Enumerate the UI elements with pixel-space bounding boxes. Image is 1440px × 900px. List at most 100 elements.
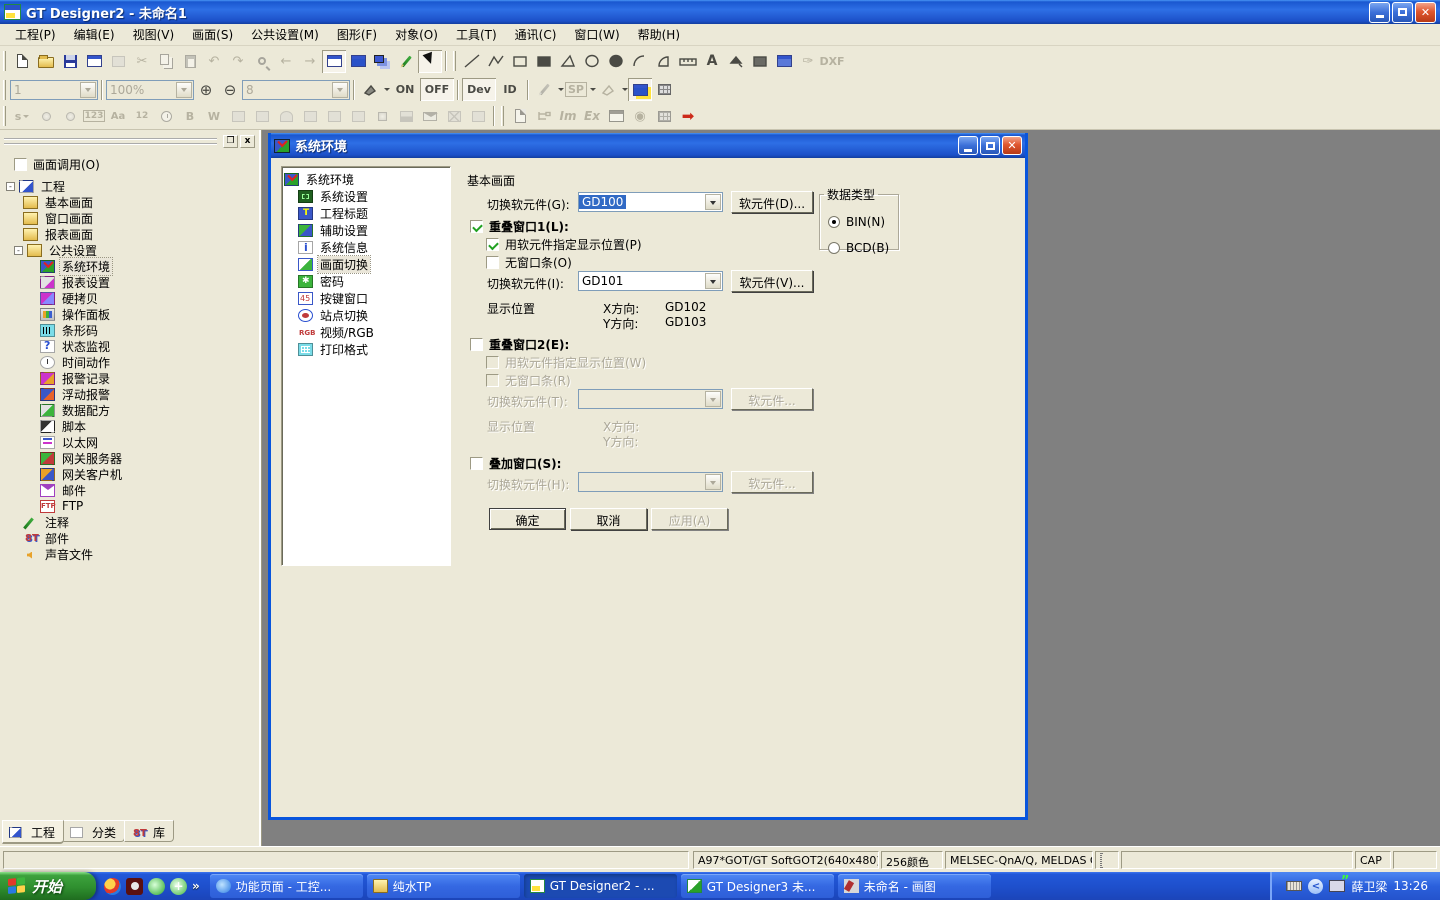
dialog-tree-project-title[interactable]: 工程标题	[284, 205, 448, 222]
select-cursor-icon[interactable]	[418, 50, 442, 73]
menu-view[interactable]: 视图(V)	[124, 23, 184, 46]
dialog-tree-key-window[interactable]: 按键窗口	[284, 290, 448, 307]
tree-item-ftp[interactable]: FTP	[6, 498, 253, 514]
menu-tools[interactable]: 工具(T)	[447, 23, 506, 46]
scale-tool-icon[interactable]	[676, 50, 700, 73]
arc-tool-icon[interactable]	[628, 50, 652, 73]
base-switch-device-combo[interactable]: GD100	[578, 192, 723, 212]
window-preview-icon[interactable]	[628, 78, 652, 101]
win1-position-row[interactable]: 用软元件指定显示位置(P)	[486, 236, 642, 253]
lamp-on-button[interactable]: ON	[390, 78, 420, 101]
bcd-radio[interactable]	[828, 242, 840, 254]
task-button-paint[interactable]: 未命名 - 画图	[838, 874, 991, 898]
ok-button[interactable]: 确定	[489, 508, 566, 530]
win1-switch-device-combo[interactable]: GD101	[578, 271, 723, 291]
zoom-out-icon[interactable]: ⊖	[218, 78, 242, 101]
panel-float-button[interactable]: ❐	[223, 135, 238, 148]
menu-communication[interactable]: 通讯(C)	[506, 23, 566, 46]
dialog-tree-auxiliary-settings[interactable]: 辅助设置	[284, 222, 448, 239]
circle-tool-icon[interactable]	[580, 50, 604, 73]
screen-image-icon[interactable]	[82, 50, 106, 73]
tree-item-comment[interactable]: 注释	[6, 514, 253, 530]
tab-project[interactable]: 工程	[2, 820, 64, 844]
tree-item-script[interactable]: 脚本	[6, 418, 253, 434]
dialog-tree-station-switching[interactable]: 站点切换	[284, 307, 448, 324]
panel-gripper[interactable]: ❐ x	[4, 134, 255, 148]
dialog-tree-video-rgb[interactable]: 视频/RGB	[284, 324, 448, 341]
ime-keyboard-icon[interactable]	[1286, 881, 1302, 891]
panel-close-button[interactable]: x	[240, 135, 255, 148]
win1-nobar-row[interactable]: 无窗口条(O)	[486, 254, 572, 271]
screen-fit-icon[interactable]	[772, 50, 796, 73]
zoom-in-icon[interactable]: ⊕	[194, 78, 218, 101]
property-sheet-icon[interactable]	[652, 78, 676, 101]
network-status-icon[interactable]	[1329, 880, 1345, 892]
win1-nobar-checkbox[interactable]	[486, 256, 499, 269]
tree-item-operation-panel[interactable]: 操作面板	[6, 306, 253, 322]
menu-edit[interactable]: 编辑(E)	[65, 23, 124, 46]
open-icon[interactable]	[34, 50, 58, 73]
superimpose-window-checkbox[interactable]	[470, 457, 483, 470]
dialog-close-button[interactable]: ✕	[1002, 136, 1022, 155]
new-icon[interactable]	[10, 50, 34, 73]
overlap-window2-checkbox[interactable]	[470, 338, 483, 351]
tree-item-recipe[interactable]: 数据配方	[6, 402, 253, 418]
quicklaunch-app-icon[interactable]	[126, 878, 143, 895]
tree-item-report-screen[interactable]: 报表画面	[6, 226, 253, 242]
menu-screen[interactable]: 画面(S)	[183, 23, 242, 46]
combo-dropdown-icon[interactable]	[705, 273, 721, 289]
superimpose-window-row[interactable]: 叠加窗口(S):	[470, 455, 561, 472]
rect-tool-icon[interactable]	[508, 50, 532, 73]
start-button[interactable]: 开始	[0, 872, 96, 900]
tree-item-system-environment[interactable]: 系统环境	[6, 258, 253, 274]
filled-circle-tool-icon[interactable]	[604, 50, 628, 73]
maximize-button[interactable]	[1392, 2, 1413, 23]
menu-window[interactable]: 窗口(W)	[565, 23, 628, 46]
tree-item-time-action[interactable]: 时间动作	[6, 354, 253, 370]
screen-property-icon[interactable]	[322, 50, 346, 73]
quicklaunch-messenger-icon[interactable]	[104, 878, 121, 895]
task-button-gtdesigner3[interactable]: GT Designer3 未...	[681, 874, 834, 898]
task-button-gtdesigner2[interactable]: GT Designer2 - ...	[524, 874, 677, 898]
tree-item-hardcopy[interactable]: 硬拷贝	[6, 290, 253, 306]
tree-item-alarm-history[interactable]: 报警记录	[6, 370, 253, 386]
tab-library[interactable]: 库	[124, 820, 174, 842]
overlap-window2-row[interactable]: 重叠窗口2(E):	[470, 336, 569, 353]
cancel-button[interactable]: 取消	[570, 508, 647, 530]
quicklaunch-browser-icon[interactable]	[148, 878, 165, 895]
layers-icon[interactable]	[370, 50, 394, 73]
tree-item-gateway-server[interactable]: 网关服务器	[6, 450, 253, 466]
task-button-webpage[interactable]: 功能页面 - 工控...	[210, 874, 363, 898]
tree-item-ethernet[interactable]: 以太网	[6, 434, 253, 450]
tree-item-base-screen[interactable]: 基本画面	[6, 194, 253, 210]
tree-item-common-settings[interactable]: -公共设置	[6, 242, 253, 258]
menu-project[interactable]: 工程(P)	[6, 23, 65, 46]
data-view-icon[interactable]	[346, 50, 370, 73]
paint-tool-icon[interactable]	[724, 50, 748, 73]
close-button[interactable]: ✕	[1415, 2, 1436, 23]
polyline-tool-icon[interactable]	[484, 50, 508, 73]
dialog-minimize-button[interactable]	[958, 136, 978, 155]
bcd-radio-row[interactable]: BCD(B)	[828, 241, 889, 255]
win1-device-button[interactable]: 软元件(V)...	[731, 270, 813, 292]
dialog-tree-system-information[interactable]: 系统信息	[284, 239, 448, 256]
dialog-tree-screen-switching[interactable]: 画面切换	[284, 256, 448, 273]
minimize-button[interactable]	[1369, 2, 1390, 23]
dialog-tree-system-settings[interactable]: 系统设置	[284, 188, 448, 205]
bin-radio[interactable]	[828, 216, 840, 228]
tree-item-parts[interactable]: 部件	[6, 530, 253, 546]
bin-radio-row[interactable]: BIN(N)	[828, 215, 885, 229]
filled-area-icon[interactable]	[748, 50, 772, 73]
tree-item-floating-alarm[interactable]: 浮动报警	[6, 386, 253, 402]
fill-color-icon[interactable]	[358, 78, 382, 101]
quicklaunch-chevron[interactable]: »	[192, 879, 200, 893]
menu-help[interactable]: 帮助(H)	[629, 23, 689, 46]
tree-item-status-observation[interactable]: 状态监视	[6, 338, 253, 354]
filled-rect-tool-icon[interactable]	[532, 50, 556, 73]
combo-dropdown-icon[interactable]	[705, 194, 721, 210]
menu-figure[interactable]: 图形(F)	[328, 23, 386, 46]
tree-item-project[interactable]: -工程	[6, 178, 253, 194]
line-tool-icon[interactable]	[460, 50, 484, 73]
tree-item-sound-file[interactable]: 声音文件	[6, 546, 253, 562]
dialog-tree-system-environment[interactable]: 系统环境	[284, 171, 448, 188]
